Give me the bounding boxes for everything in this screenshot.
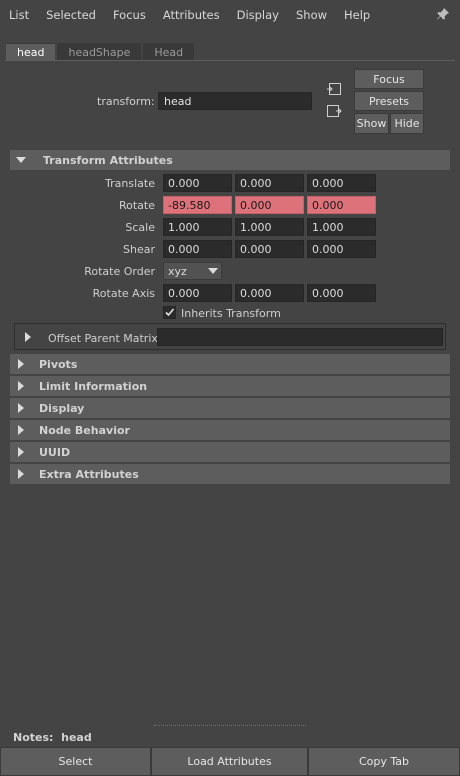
expand-arrow-icon [18,425,24,435]
section-display[interactable]: Display [10,398,450,418]
translate-x-field[interactable]: 0.000 [163,174,232,192]
scale-label: Scale [125,221,155,234]
rotate-x-field[interactable]: -89.580 [163,196,232,214]
menu-selected[interactable]: Selected [37,8,104,22]
pin-icon[interactable] [436,7,450,21]
expand-arrow-icon [18,403,24,413]
rotate-order-label: Rotate Order [84,265,155,278]
translate-y-field[interactable]: 0.000 [235,174,304,192]
rotate-label: Rotate [118,199,155,212]
shear-yz-field[interactable]: 0.000 [307,240,376,258]
load-attributes-button[interactable]: Load Attributes [151,747,308,776]
shear-xy-field[interactable]: 0.000 [163,240,232,258]
rotate-axis-z-field[interactable]: 0.000 [307,284,376,302]
transform-attributes-header[interactable]: Transform Attributes [10,150,450,170]
menu-list[interactable]: List [0,8,37,22]
tab-head-node[interactable]: Head [143,43,195,61]
shear-xz-field[interactable]: 0.000 [235,240,304,258]
focus-input-icon[interactable] [326,82,342,96]
notes-label: Notes: [13,731,54,744]
translate-z-field[interactable]: 0.000 [307,174,376,192]
offset-parent-matrix-field[interactable] [157,328,443,346]
transform-name-field[interactable]: head [158,92,312,110]
section-limit-information[interactable]: Limit Information [10,376,450,396]
inherits-transform-checkbox[interactable] [163,306,176,319]
select-button[interactable]: Select [0,747,151,776]
presets-button[interactable]: Presets [354,91,424,111]
menu-help[interactable]: Help [335,8,378,22]
rotate-axis-y-field[interactable]: 0.000 [235,284,304,302]
scale-x-field[interactable]: 1.000 [163,218,232,236]
expand-arrow-icon [18,381,24,391]
expand-arrow-icon[interactable] [25,332,31,342]
checkmark-icon [165,308,175,317]
section-title: Transform Attributes [43,153,173,167]
focus-output-icon[interactable] [326,104,342,118]
section-title: Limit Information [39,379,148,393]
show-button[interactable]: Show [354,113,389,134]
bottom-button-bar: Select Load Attributes Copy Tab [0,747,460,776]
notes-resize-handle[interactable] [154,725,306,726]
transform-label: transform: [97,95,155,108]
tab-head[interactable]: head [6,43,56,61]
menu-display[interactable]: Display [228,8,287,22]
translate-label: Translate [105,177,155,190]
section-title: Pivots [39,357,78,371]
tab-divider [5,60,455,61]
collapse-arrow-icon [16,157,26,163]
notes-value: head [61,731,92,744]
section-title: UUID [39,445,71,459]
menu-attributes[interactable]: Attributes [154,8,228,22]
focus-button[interactable]: Focus [354,69,424,89]
scale-y-field[interactable]: 1.000 [235,218,304,236]
expand-arrow-icon [18,469,24,479]
shear-label: Shear [123,243,155,256]
inherits-transform-label: Inherits Transform [181,307,281,320]
scale-z-field[interactable]: 1.000 [307,218,376,236]
expand-arrow-icon [18,447,24,457]
hide-button[interactable]: Hide [390,113,424,134]
rotate-y-field[interactable]: 0.000 [235,196,304,214]
copy-tab-button[interactable]: Copy Tab [308,747,460,776]
rotate-axis-label: Rotate Axis [92,287,155,300]
rotate-axis-x-field[interactable]: 0.000 [163,284,232,302]
section-title: Display [39,401,85,415]
section-pivots[interactable]: Pivots [10,354,450,374]
section-extra-attributes[interactable]: Extra Attributes [10,464,450,484]
menu-focus[interactable]: Focus [104,8,154,22]
notes-row: Notes: head [13,731,92,744]
rotate-z-field[interactable]: 0.000 [307,196,376,214]
expand-arrow-icon [18,359,24,369]
offset-parent-matrix-label: Offset Parent Matrix [48,332,158,345]
section-title: Extra Attributes [39,467,139,481]
menu-show[interactable]: Show [287,8,335,22]
section-title: Node Behavior [39,423,130,437]
node-tabs: head headShape Head [6,43,196,61]
chevron-down-icon [208,268,218,274]
section-uuid[interactable]: UUID [10,442,450,462]
section-node-behavior[interactable]: Node Behavior [10,420,450,440]
menu-bar: List Selected Focus Attributes Display S… [0,0,460,30]
tab-headshape[interactable]: headShape [57,43,142,61]
